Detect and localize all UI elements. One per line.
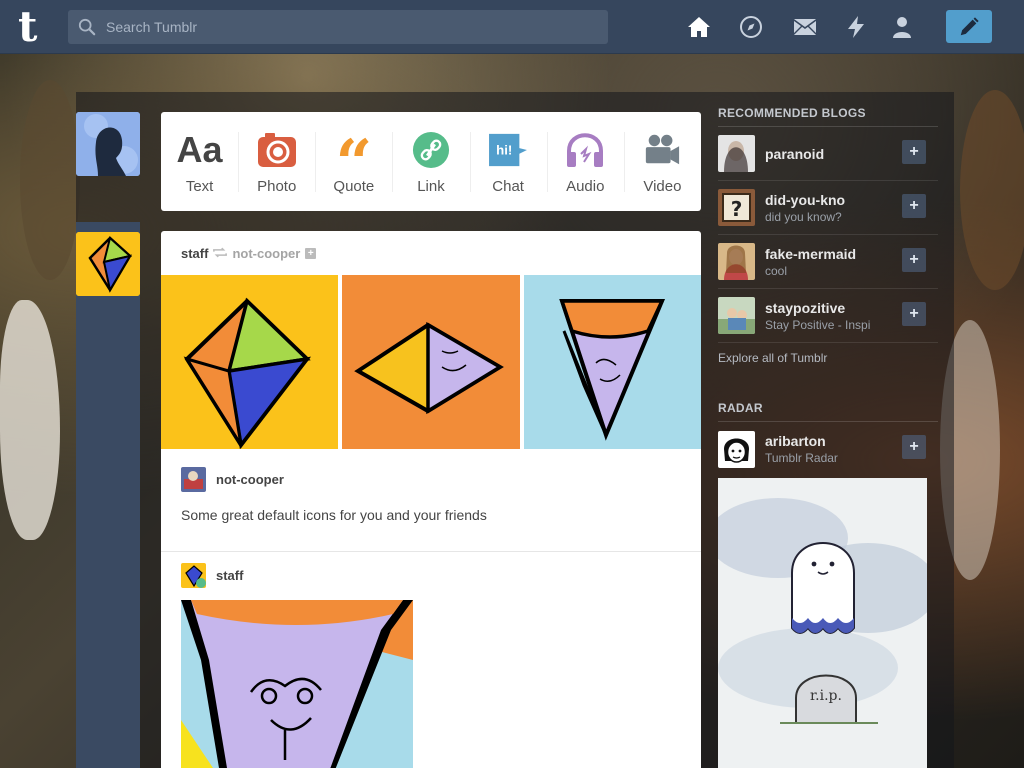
reblog-icon [213, 246, 228, 261]
quote-icon: “ [335, 126, 373, 201]
blog-name[interactable]: fake-mermaid [765, 246, 895, 262]
blog-subtitle: did you know? [765, 209, 842, 224]
blog-name[interactable]: paranoid [765, 146, 824, 162]
background-texture [0, 300, 60, 540]
follow-button[interactable]: + [902, 140, 926, 164]
radar-post-image[interactable]: r.i.p. [718, 478, 927, 768]
background-texture [960, 90, 1024, 290]
post-type-label: Audio [566, 178, 605, 195]
camera-icon [257, 133, 296, 167]
follow-button[interactable]: + [902, 302, 926, 326]
follow-button[interactable]: + [902, 194, 926, 218]
text-icon: Aa [176, 129, 223, 170]
post-type-photo[interactable]: Photo [238, 112, 315, 211]
lightning-icon[interactable] [843, 14, 869, 40]
blog-avatar[interactable]: ? [718, 189, 755, 226]
photoset[interactable] [161, 275, 701, 450]
post-author-name[interactable]: staff [181, 246, 208, 261]
photoset-image[interactable] [524, 275, 701, 449]
top-navigation-bar: t [0, 0, 1024, 54]
svg-text:r.i.p.: r.i.p. [810, 688, 842, 704]
search-input[interactable] [106, 19, 586, 35]
blog-name[interactable]: staypozitive [765, 300, 895, 316]
post-type-video[interactable]: Video [623, 112, 701, 211]
post-type-link[interactable]: Link [392, 112, 469, 211]
mail-icon[interactable] [792, 14, 818, 40]
post-type-label: Photo [257, 178, 297, 195]
tumblr-logo[interactable]: t [18, 6, 48, 48]
post-header: staff not-cooper + [161, 231, 701, 275]
post-type-label: Text [185, 178, 214, 195]
blog-avatar[interactable] [718, 243, 755, 280]
dashboard-post: staff not-cooper + not-cooper Some great… [161, 231, 701, 768]
reblogged-from-name[interactable]: not-cooper [232, 246, 300, 261]
home-icon[interactable] [686, 14, 712, 40]
post-caption: Some great default icons for you and you… [181, 507, 487, 523]
post-type-chat[interactable]: hi! Chat [469, 112, 547, 211]
post-type-quote[interactable]: “ Quote [315, 112, 392, 211]
headphones-icon [567, 133, 604, 167]
blog-name[interactable]: did-you-kno [765, 192, 895, 208]
post-type-text[interactable]: Aa Text [161, 112, 238, 211]
recommended-blog-item[interactable]: fake-mermaid cool + [718, 235, 938, 289]
video-camera-icon [646, 134, 680, 165]
photoset-image[interactable] [342, 275, 520, 449]
recommended-blog-item[interactable]: ? did-you-kno did you know? + [718, 181, 938, 235]
radar-blog-item[interactable]: aribarton Tumblr Radar + [718, 422, 938, 476]
post-type-bar: Aa Text Photo “ Quote Link hi! Chat Audi… [161, 112, 701, 211]
follow-plus-icon[interactable]: + [305, 247, 317, 259]
chat-icon: hi! [489, 133, 528, 167]
svg-text:hi!: hi! [496, 143, 512, 158]
follow-button[interactable]: + [902, 248, 926, 272]
post-type-label: Video [643, 178, 682, 195]
radar-title: RADAR [718, 401, 938, 422]
blog-avatar[interactable] [718, 297, 755, 334]
search-box[interactable] [68, 10, 608, 44]
recommended-blog-item[interactable]: staypozitive Stay Positive - Inspi + [718, 289, 938, 343]
post-image[interactable] [181, 600, 413, 768]
post-type-label: Chat [492, 178, 524, 195]
recommended-blogs-title: RECOMMENDED BLOGS [718, 106, 938, 127]
blog-avatar[interactable] [718, 135, 755, 172]
blog-avatar[interactable] [718, 430, 755, 468]
right-sidebar: RECOMMENDED BLOGS paranoid + ? did-you-k… [718, 106, 938, 768]
link-icon [412, 131, 450, 169]
blog-subtitle: cool [765, 263, 788, 278]
compass-icon[interactable] [738, 14, 764, 40]
recommended-blog-item[interactable]: paranoid + [718, 127, 938, 181]
original-user-avatar[interactable] [181, 562, 206, 588]
reblog-trail-entry: not-cooper [161, 449, 701, 492]
explore-link[interactable]: Explore all of Tumblr [718, 351, 938, 365]
background-texture [20, 80, 80, 280]
original-user-name[interactable]: staff [216, 568, 243, 583]
account-icon[interactable] [889, 14, 915, 40]
blog-subtitle: Tumblr Radar [765, 451, 838, 465]
compose-button[interactable] [946, 10, 992, 43]
reblog-user-avatar[interactable] [181, 466, 206, 492]
blog-subtitle: Stay Positive - Inspi [765, 317, 871, 332]
reblog-trail-entry: staff [161, 552, 701, 588]
avatar-column [76, 222, 140, 768]
search-icon [78, 18, 96, 36]
follow-button[interactable]: + [902, 435, 926, 459]
user-avatar[interactable] [76, 112, 140, 176]
post-author-avatar[interactable] [76, 232, 140, 296]
reblog-user-name[interactable]: not-cooper [216, 472, 284, 487]
svg-text:?: ? [731, 197, 743, 221]
photoset-image[interactable] [161, 275, 338, 450]
pencil-icon [960, 16, 979, 35]
post-type-label: Link [417, 178, 445, 195]
post-type-audio[interactable]: Audio [546, 112, 624, 211]
blog-name[interactable]: aribarton [765, 433, 895, 449]
post-type-label: Quote [333, 178, 375, 195]
